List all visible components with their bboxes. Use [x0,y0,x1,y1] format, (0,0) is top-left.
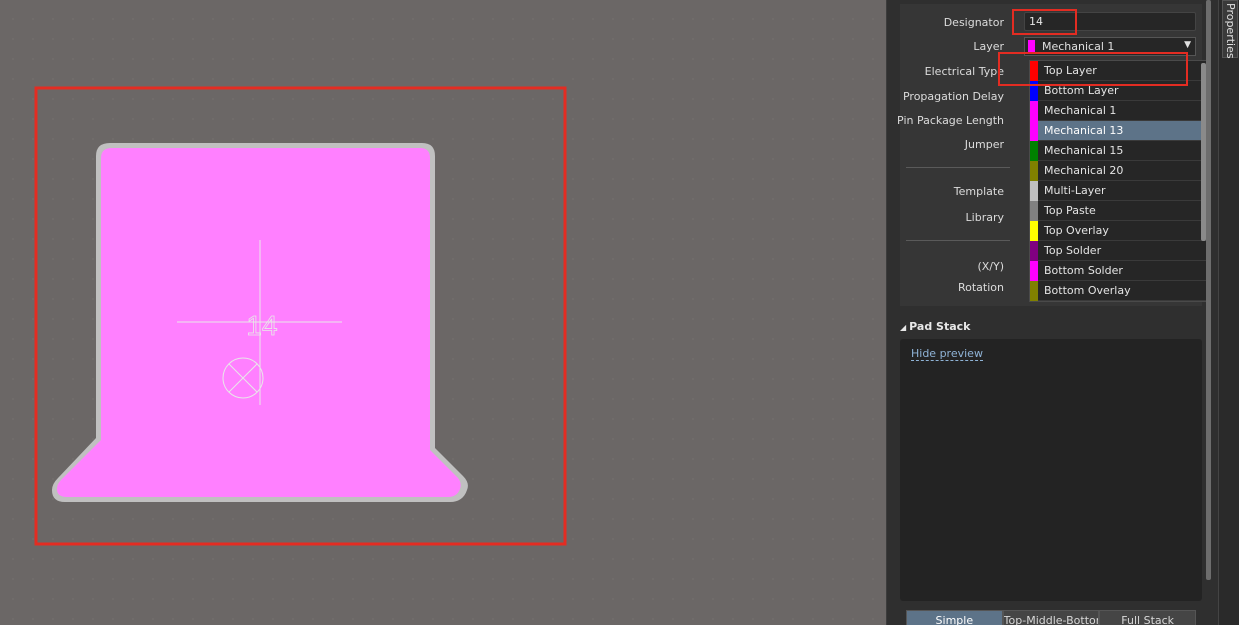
layer-color-swatch [1030,261,1038,281]
template-label: Template [953,185,1004,198]
layer-option[interactable]: Mechanical 15 [1030,141,1207,161]
pad-stack-tab[interactable]: Simple [906,610,1003,625]
hide-preview-link[interactable]: Hide preview [911,347,983,361]
layer-dropdown-list[interactable]: Top Layer Bottom Layer Mechanical 1 Mechani… [1029,60,1208,302]
layer-color-swatch [1030,221,1038,241]
layer-option-label: Mechanical 1 [1044,104,1117,117]
layer-color-swatch [1030,121,1038,141]
pin-package-length-label: Pin Package Length [897,114,1004,127]
section-divider [906,167,1010,168]
layer-label: Layer [973,40,1004,53]
section-divider [906,240,1010,241]
pad-stack-header[interactable]: ◢ Pad Stack [900,320,971,333]
layer-option-label: Mechanical 13 [1044,124,1124,137]
electrical-type-label: Electrical Type [924,65,1004,78]
layer-color-swatch [1030,201,1038,221]
pcb-canvas[interactable]: 14 [0,0,886,625]
chevron-down-icon[interactable]: ▼ [1184,40,1191,50]
properties-side-tab[interactable]: Properties [1222,0,1238,59]
designator-label: Designator [943,16,1004,29]
layer-option-label: Top Solder [1044,244,1102,257]
layer-option[interactable]: Bottom Solder [1030,261,1207,281]
pad-properties-section: Designator Layer Electrical Type Propaga… [897,4,1208,306]
designator-highlight-box [1012,9,1077,35]
layer-option-label: Mechanical 15 [1044,144,1124,157]
layer-option[interactable]: Top Solder [1030,241,1207,261]
xy-label: (X/Y) [977,260,1004,273]
jumper-label: Jumper [964,138,1004,151]
propagation-delay-label: Propagation Delay [902,90,1004,103]
top-layer-highlight-box [998,52,1188,86]
layer-color-swatch [1030,241,1038,261]
layer-option[interactable]: Top Overlay [1030,221,1207,241]
layer-option-label: Bottom Overlay [1044,284,1131,297]
property-labels: Designator Layer Electrical Type Propaga… [897,4,1004,304]
panel-scrollbar[interactable] [1206,0,1211,580]
layer-option[interactable]: Mechanical 20 [1030,161,1207,181]
pad-stack-preview: Hide preview [900,339,1202,601]
rotation-label: Rotation [957,281,1004,294]
layer-option-label: Multi-Layer [1044,184,1106,197]
layer-color-swatch [1030,141,1038,161]
properties-panel: Designator Layer Electrical Type Propaga… [886,0,1218,625]
layer-color-swatch [1030,161,1038,181]
layer-option-label: Mechanical 20 [1044,164,1124,177]
layer-option[interactable]: Bottom Overlay [1030,281,1207,301]
layer-option[interactable]: Mechanical 13 [1030,121,1207,141]
layer-option[interactable]: Top Paste [1030,201,1207,221]
pad-stack-tab[interactable]: Full Stack [1099,610,1197,625]
layer-option[interactable]: Mechanical 1 [1030,101,1207,121]
canvas-drawing: 14 [34,86,567,546]
layer-option-label: Top Overlay [1044,224,1109,237]
collapse-triangle-icon[interactable]: ◢ [900,323,906,332]
layer-option-label: Bottom Solder [1044,264,1123,277]
layer-color-swatch [1030,101,1038,121]
layer-color-swatch [1030,181,1038,201]
layer-color-swatch [1030,281,1038,301]
layer-option[interactable]: Multi-Layer [1030,181,1207,201]
library-label: Library [965,211,1004,224]
pad-stack-tab[interactable]: Top-Middle-Bottom [1002,610,1100,625]
side-panel-strip: Properties [1218,0,1239,625]
layer-option-label: Top Paste [1044,204,1096,217]
pad-stack-mode-tabs: Simple Top-Middle-Bottom Full Stack [906,610,1197,625]
pad-designator-label: 14 [246,310,277,341]
